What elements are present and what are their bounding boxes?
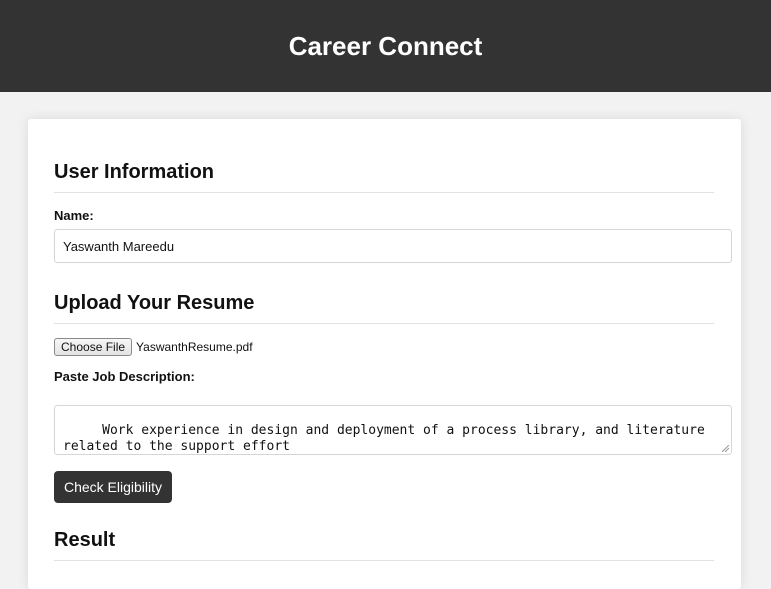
job-description-label: Paste Job Description:: [54, 369, 195, 384]
selected-file-name: YaswanthResume.pdf: [136, 340, 253, 354]
divider: [54, 323, 714, 324]
upload-resume-heading: Upload Your Resume: [54, 292, 255, 314]
user-info-heading: User Information: [54, 161, 215, 183]
divider: [54, 560, 714, 561]
result-heading: Result: [54, 529, 116, 551]
choose-file-button[interactable]: Choose File: [54, 338, 133, 356]
name-input[interactable]: [54, 229, 732, 263]
resize-grip-icon[interactable]: [722, 445, 729, 452]
app-title: Career Connect: [288, 30, 483, 61]
app-header: Career Connect: [0, 0, 771, 92]
file-upload: Choose File YaswanthResume.pdf: [54, 338, 253, 356]
check-eligibility-button[interactable]: Check Eligibility: [54, 471, 172, 503]
name-label: Name:: [54, 208, 94, 223]
job-description-text: Work experience in design and deployment…: [63, 423, 705, 454]
divider: [54, 192, 714, 193]
job-description-textarea[interactable]: Work experience in design and deployment…: [54, 405, 732, 455]
main-card: User Information Name: Upload Your Resum…: [28, 119, 741, 589]
